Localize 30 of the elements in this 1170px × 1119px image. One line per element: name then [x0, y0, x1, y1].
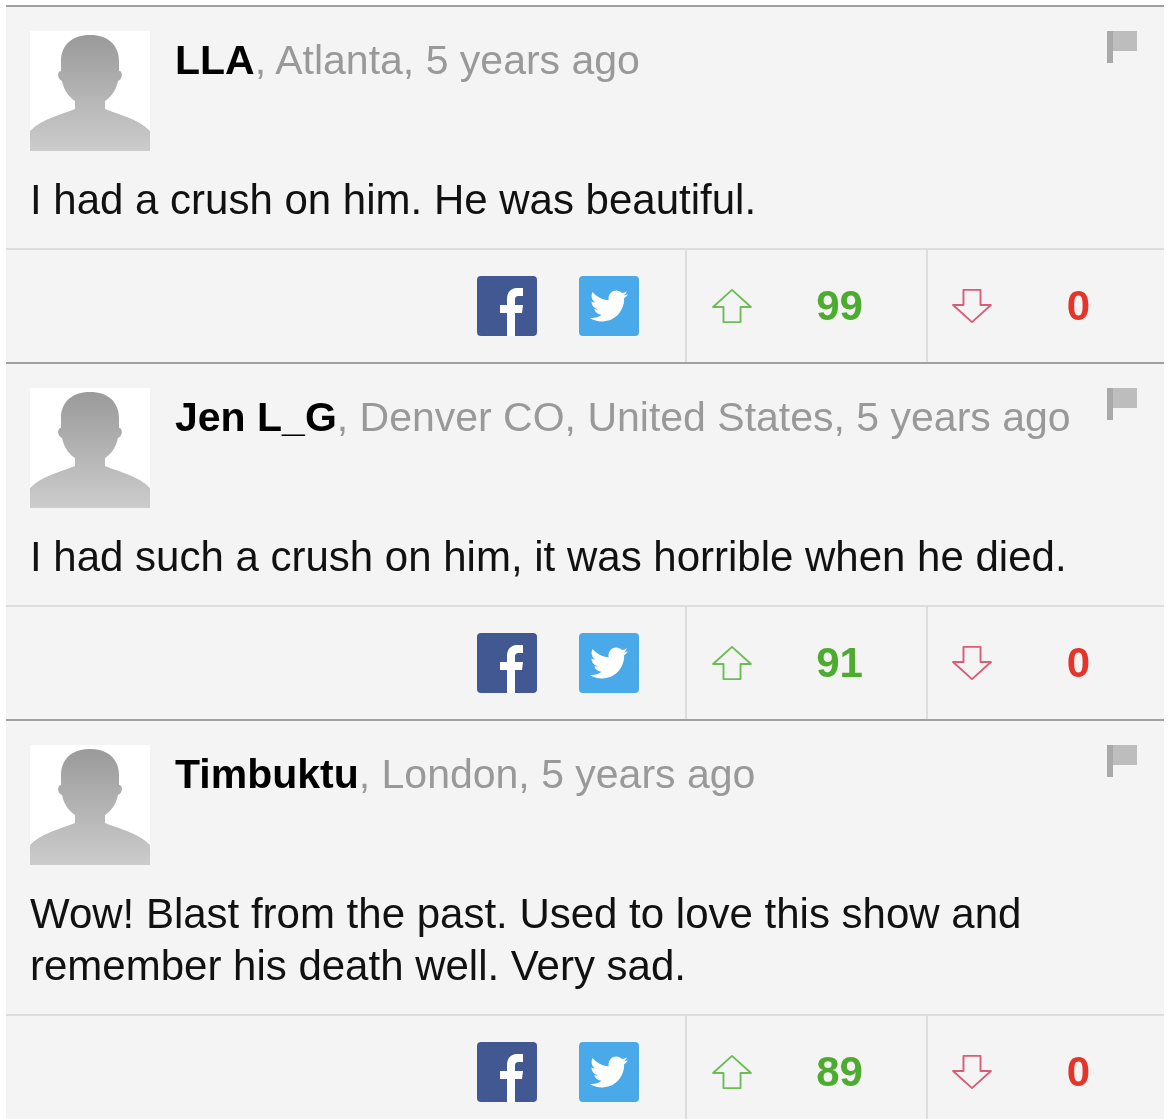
up-arrow-icon[interactable]: [711, 288, 753, 324]
comment-text: I had such a crush on him, it was horrible when he died.: [30, 532, 1068, 582]
facebook-icon[interactable]: [477, 633, 537, 693]
down-arrow-icon[interactable]: [951, 288, 993, 324]
comment-text: I had a crush on him. He was beautiful.: [30, 175, 758, 225]
up-arrow-icon[interactable]: [711, 1054, 753, 1090]
author-name[interactable]: Timbuktu: [175, 751, 359, 797]
author-name[interactable]: LLA: [175, 37, 255, 83]
flag-icon[interactable]: [1107, 31, 1137, 63]
comment-meta: , Denver CO, United States, 5 years ago: [336, 394, 1071, 440]
comment-meta: , London, 5 years ago: [358, 751, 756, 797]
downvote-count: 0: [1066, 639, 1091, 687]
down-arrow-icon[interactable]: [951, 645, 993, 681]
twitter-icon[interactable]: [579, 1042, 639, 1102]
comment-meta: , Atlanta, 5 years ago: [254, 37, 640, 83]
facebook-icon[interactable]: [477, 1042, 537, 1102]
flag-icon[interactable]: [1107, 745, 1137, 777]
comment-text: Wow! Blast from the past. Used to love this show and remember his death well. Very sad.: [30, 889, 1023, 991]
author-name[interactable]: Jen L_G: [175, 394, 337, 440]
downvote-count: 0: [1066, 282, 1091, 330]
upvote-count: 91: [816, 639, 863, 687]
facebook-icon[interactable]: [477, 276, 537, 336]
twitter-icon[interactable]: [579, 633, 639, 693]
down-arrow-icon[interactable]: [951, 1054, 993, 1090]
flag-icon[interactable]: [1107, 388, 1137, 420]
up-arrow-icon[interactable]: [711, 645, 753, 681]
upvote-count: 89: [816, 1048, 863, 1096]
downvote-count: 0: [1066, 1048, 1091, 1096]
upvote-count: 99: [816, 282, 863, 330]
twitter-icon[interactable]: [579, 276, 639, 336]
